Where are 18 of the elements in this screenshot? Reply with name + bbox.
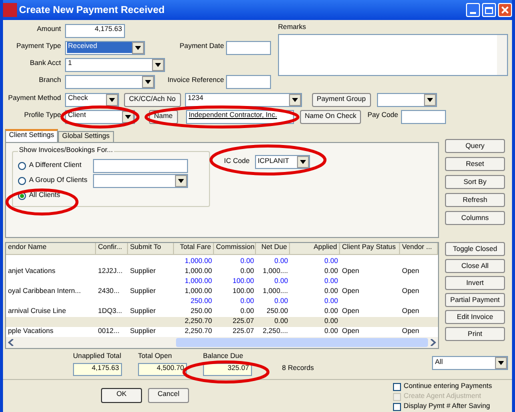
radio-button[interactable]: [18, 162, 26, 170]
text-field[interactable]: [93, 159, 188, 173]
text-field[interactable]: [226, 40, 271, 54]
text-field[interactable]: [226, 74, 271, 88]
scroll-right-icon[interactable]: [430, 339, 436, 346]
text-field[interactable]: [401, 110, 446, 124]
minimize-icon[interactable]: [466, 3, 480, 17]
horizontal-scrollbar[interactable]: [6, 337, 438, 348]
scrollbar-icon[interactable]: [497, 34, 507, 74]
app-logo-icon: [3, 3, 17, 17]
close-icon[interactable]: [498, 3, 512, 17]
checkbox[interactable]: [392, 383, 401, 391]
scroll-left-icon[interactable]: [8, 339, 14, 346]
radio-button[interactable]: [18, 177, 26, 185]
window-title: Create New Payment Received: [19, 4, 166, 18]
maximize-icon[interactable]: [482, 3, 496, 17]
remarks-field[interactable]: [278, 34, 508, 76]
checkbox[interactable]: [392, 403, 401, 411]
